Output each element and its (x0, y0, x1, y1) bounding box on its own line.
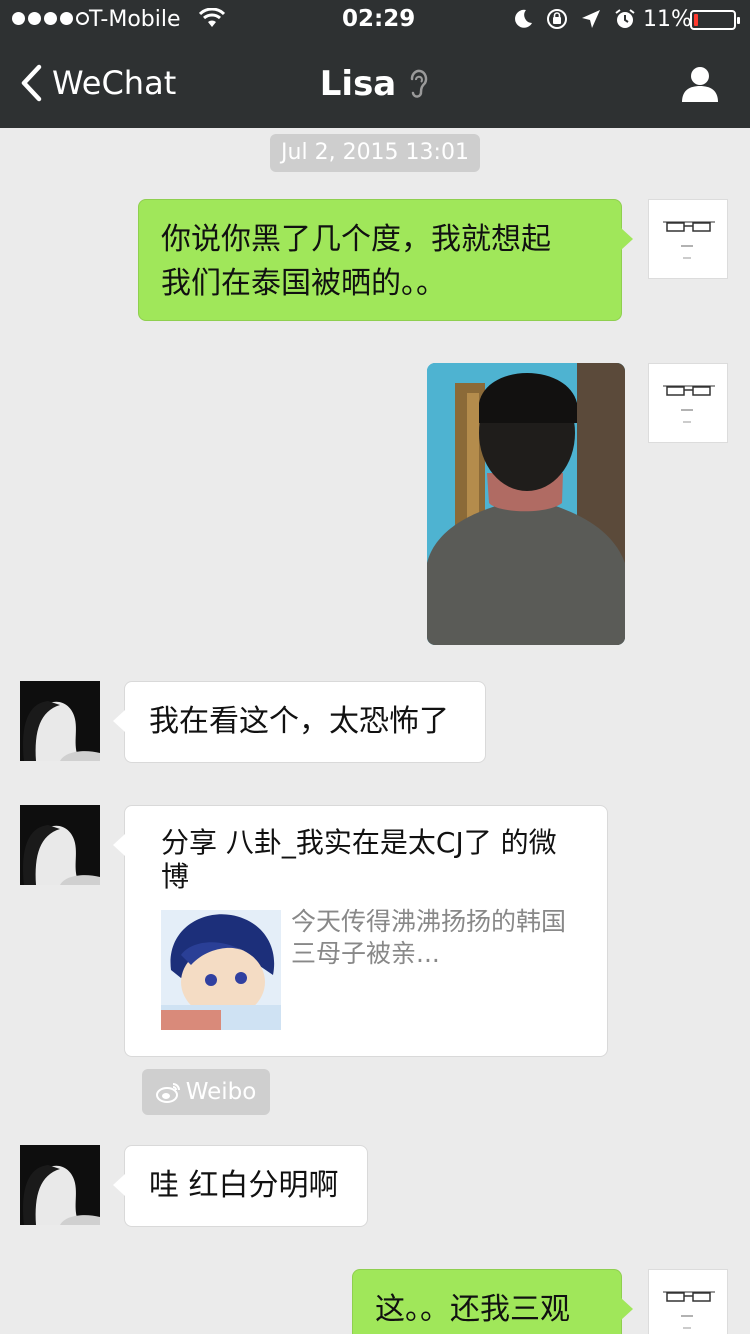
share-thumbnail (161, 910, 281, 1030)
carrier-label: T-Mobile (89, 7, 181, 32)
contact-name: Lisa (319, 64, 397, 104)
my-avatar[interactable] (648, 363, 728, 443)
my-avatar[interactable] (648, 199, 728, 279)
earpiece-icon (410, 69, 428, 98)
status-bar: T-Mobile 02:29 11% (0, 0, 750, 40)
shared-link-card[interactable]: 分享 八卦_我实在是太CJ了 的微 博 今天传得沸沸扬扬的韩国 三母子被亲... (113, 805, 608, 1057)
weibo-icon (155, 1083, 180, 1103)
message-bubble-outgoing[interactable]: 你说你黑了几个度，我就想起 我们在泰国被晒的。。 (138, 199, 633, 321)
location-arrow-icon (582, 10, 600, 28)
contact-avatar[interactable] (20, 681, 100, 761)
message-bubble-incoming[interactable]: 我在看这个，太恐怖了 (113, 681, 486, 763)
message-text: 这。。还我三观 (375, 1292, 570, 1327)
my-avatar[interactable] (648, 1269, 728, 1334)
message-bubble-incoming[interactable]: 哇 红白分明啊 (113, 1145, 368, 1227)
top-bar: T-Mobile 02:29 11% WeChat Lisa (0, 0, 750, 128)
rotation-lock-icon (547, 9, 567, 29)
alarm-icon (615, 9, 635, 28)
source-badge[interactable]: Weibo (142, 1069, 270, 1115)
message-bubble-outgoing[interactable]: 这。。还我三观 (352, 1269, 633, 1334)
battery-icon (690, 10, 740, 30)
message-text: 哇 红白分明啊 (149, 1168, 339, 1203)
woman-portrait (20, 1145, 100, 1225)
share-description-line: 今天传得沸沸扬扬的韩国 (291, 907, 567, 936)
woman-portrait (20, 805, 100, 885)
share-title-line: 博 (161, 860, 190, 893)
share-description-line: 三母子被亲... (291, 939, 440, 968)
share-description: 今天传得沸沸扬扬的韩国 三母子被亲... (291, 906, 591, 970)
source-label: Weibo (185, 1079, 257, 1105)
battery-level (694, 14, 698, 26)
woman-portrait (20, 681, 100, 761)
timestamp-badge: Jul 2, 2015 13:01 (270, 134, 480, 172)
chat-area[interactable]: Jul 2, 2015 13:01 你说你黑了几个度，我就想起 我们在泰国被晒的… (0, 128, 750, 1334)
profile-icon[interactable] (680, 64, 720, 104)
signal-strength-icon (12, 12, 89, 25)
message-text: 我在看这个，太恐怖了 (149, 704, 449, 739)
share-title-line: 分享 八卦_我实在是太CJ了 的微 (161, 826, 557, 859)
message-text: 你说你黑了几个度，我就想起 (161, 222, 551, 257)
glasses-face-icon (663, 1291, 715, 1329)
battery-percentage: 11% (643, 7, 692, 32)
wifi-icon (199, 8, 225, 27)
glasses-face-icon (663, 221, 715, 259)
moon-icon (515, 9, 532, 28)
clock: 02:29 (342, 6, 416, 32)
photo-message[interactable] (427, 363, 625, 645)
contact-avatar[interactable] (20, 805, 100, 885)
chat-title: Lisa (0, 64, 750, 104)
message-text: 我们在泰国被晒的。。 (161, 266, 446, 301)
share-title: 分享 八卦_我实在是太CJ了 的微 博 (161, 826, 601, 894)
contact-avatar[interactable] (20, 1145, 100, 1225)
glasses-face-icon (663, 385, 715, 423)
sunburn-photo (427, 363, 625, 645)
status-icons (512, 8, 636, 30)
